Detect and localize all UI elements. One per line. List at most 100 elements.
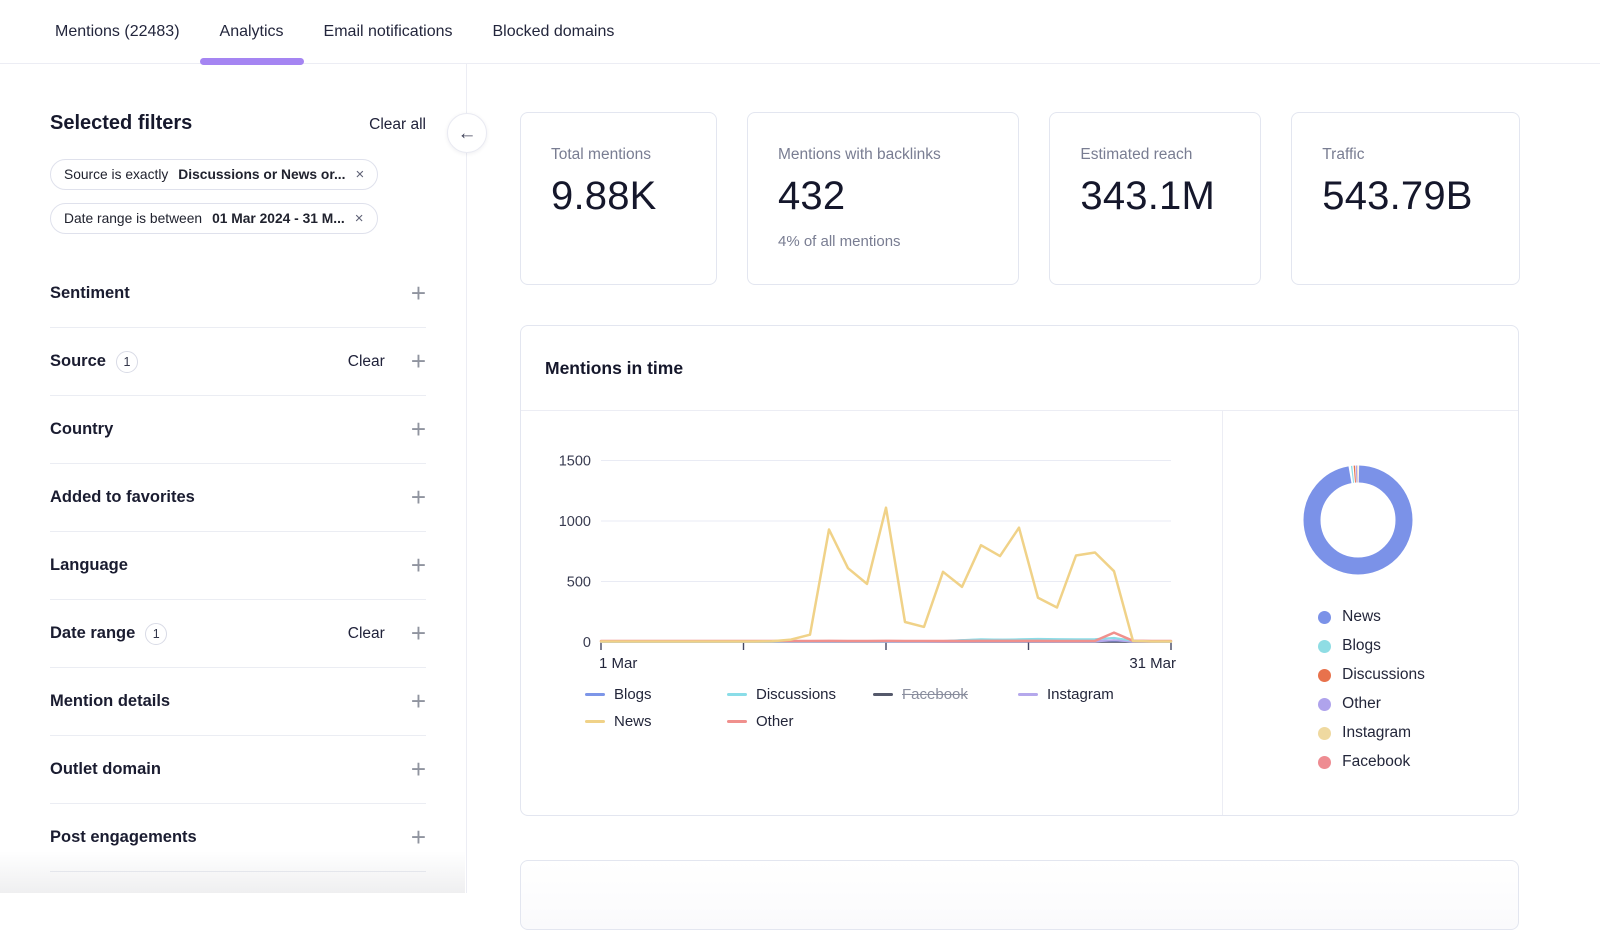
donut-legend-item-blogs[interactable]: Blogs — [1318, 637, 1425, 655]
collapse-sidebar-button[interactable]: ← — [447, 113, 487, 153]
filter-section-label: Added to favorites — [50, 488, 195, 507]
legend-line-swatch — [873, 693, 893, 696]
stat-value: 343.1M — [1080, 174, 1230, 219]
tab-email-notifications[interactable]: Email notifications — [304, 0, 473, 64]
plus-icon[interactable]: + — [411, 416, 426, 442]
legend-item-instagram[interactable]: Instagram — [1018, 686, 1222, 703]
y-axis-tick-label: 500 — [567, 575, 591, 591]
filter-section-label-wrap: Country — [50, 420, 113, 439]
stat-card-total-mentions: Total mentions9.88K — [520, 112, 717, 285]
filter-section-language[interactable]: Language+ — [50, 532, 426, 600]
y-axis-tick-label: 1500 — [559, 454, 591, 470]
legend-line-swatch — [1018, 693, 1038, 696]
legend-label: Other — [756, 713, 794, 730]
filter-section-actions: Clear + — [348, 350, 426, 374]
chart-title: Mentions in time — [545, 358, 683, 379]
filter-section-source[interactable]: Source1 Clear + — [50, 328, 426, 396]
filter-section-actions: + — [411, 282, 426, 306]
next-section-card — [520, 860, 1519, 930]
filter-section-label-wrap: Date range 1 — [50, 623, 167, 645]
filter-section-actions: + — [411, 826, 426, 850]
filter-count-badge: 1 — [116, 351, 138, 373]
filter-chip-date-range[interactable]: Date range is between 01 Mar 2024 - 31 M… — [50, 203, 378, 234]
donut-legend-item-facebook[interactable]: Facebook — [1318, 753, 1425, 771]
filter-section-sentiment[interactable]: Sentiment + — [50, 260, 426, 328]
filter-section-actions: + — [411, 758, 426, 782]
plus-icon[interactable]: + — [411, 824, 426, 850]
legend-item-news[interactable]: News — [585, 713, 727, 730]
donut-legend-item-instagram[interactable]: Instagram — [1318, 724, 1425, 742]
legend-label: Facebook — [902, 686, 968, 703]
arrow-left-icon: ← — [458, 124, 477, 143]
filter-chip-source[interactable]: Source is exactly Discussions or News or… — [50, 159, 378, 190]
filter-sections: Sentiment+Source1Clear+Country+Added to … — [50, 260, 426, 872]
stats-row: Total mentions9.88K Mentions with backlin… — [520, 112, 1520, 285]
filter-section-country[interactable]: Country + — [50, 396, 426, 464]
mentions-line-chart[interactable]: 1500100050001 Mar31 Mar — [521, 411, 1222, 676]
plus-icon[interactable]: + — [411, 552, 426, 578]
stat-value: 9.88K — [551, 174, 686, 219]
sources-donut-chart[interactable] — [1223, 411, 1521, 599]
donut-legend-label: Facebook — [1342, 753, 1410, 771]
stat-card-mentions-with-backlinks: Mentions with backlinks4324% of all ment… — [747, 112, 1019, 285]
plus-icon[interactable]: + — [411, 484, 426, 510]
donut-legend-item-discussions[interactable]: Discussions — [1318, 666, 1425, 684]
legend-item-blogs[interactable]: Blogs — [585, 686, 727, 703]
legend-dot-swatch — [1318, 669, 1331, 682]
clear-all-filters-link[interactable]: Clear all — [369, 116, 426, 134]
remove-filter-icon[interactable]: × — [355, 211, 364, 226]
selected-filters-title: Selected filters — [50, 112, 192, 135]
series-line-news[interactable] — [601, 508, 1171, 642]
filter-section-label: Sentiment — [50, 284, 130, 303]
tab-blocked-domains[interactable]: Blocked domains — [473, 0, 635, 64]
filter-chip-value: 01 Mar 2024 - 31 M... — [212, 211, 345, 226]
plus-icon[interactable]: + — [411, 620, 426, 646]
filter-chip-text: Date range is between — [64, 211, 202, 226]
series-line-other[interactable] — [601, 633, 1171, 641]
filter-section-label: Country — [50, 420, 113, 439]
legend-dot-swatch — [1318, 756, 1331, 769]
plus-icon[interactable]: + — [411, 756, 426, 782]
analytics-main: Total mentions9.88K Mentions with backlin… — [468, 64, 1600, 893]
filter-section-added-to-favorites[interactable]: Added to favorites + — [50, 464, 426, 532]
y-axis-tick-label: 0 — [583, 635, 591, 651]
tab-mentions[interactable]: Mentions (22483) — [35, 0, 200, 64]
stat-value: 432 — [778, 174, 988, 219]
legend-item-discussions[interactable]: Discussions — [727, 686, 873, 703]
legend-line-swatch — [585, 720, 605, 723]
page-content: Selected filters Clear all Source is exa… — [0, 64, 1600, 893]
filter-section-label: Outlet domain — [50, 760, 161, 779]
legend-dot-swatch — [1318, 698, 1331, 711]
remove-filter-icon[interactable]: × — [355, 167, 364, 182]
clear-filter-link[interactable]: Clear — [348, 625, 385, 643]
filter-count-badge: 1 — [145, 623, 167, 645]
filter-section-label-wrap: Sentiment — [50, 284, 130, 303]
filter-section-actions: + — [411, 554, 426, 578]
filter-section-mention-details[interactable]: Mention details + — [50, 668, 426, 736]
filter-section-outlet-domain[interactable]: Outlet domain + — [50, 736, 426, 804]
filter-section-label-wrap: Mention details — [50, 692, 170, 711]
donut-legend: News Blogs Discussions Other Instagram Facebo… — [1318, 608, 1425, 771]
tab-analytics[interactable]: Analytics — [200, 0, 304, 64]
plus-icon[interactable]: + — [411, 280, 426, 306]
filter-chip-text: Source is exactly — [64, 167, 168, 182]
legend-item-other[interactable]: Other — [727, 713, 873, 730]
clear-filter-link[interactable]: Clear — [348, 353, 385, 371]
filter-section-label-wrap: Post engagements — [50, 828, 197, 847]
donut-segment-news[interactable] — [1312, 474, 1404, 566]
stat-label: Mentions with backlinks — [778, 146, 988, 164]
plus-icon[interactable]: + — [411, 348, 426, 374]
filter-section-label-wrap: Outlet domain — [50, 760, 161, 779]
filter-section-post-engagements[interactable]: Post engagements + — [50, 804, 426, 872]
donut-legend-item-news[interactable]: News — [1318, 608, 1425, 626]
filter-section-date-range[interactable]: Date range 1 Clear + — [50, 600, 426, 668]
donut-legend-label: Instagram — [1342, 724, 1411, 742]
stat-value: 543.79B — [1322, 174, 1489, 219]
plus-icon[interactable]: + — [411, 688, 426, 714]
filter-section-label-wrap: Source1 — [50, 351, 138, 373]
donut-legend-item-other[interactable]: Other — [1318, 695, 1425, 713]
filter-section-label: Date range — [50, 624, 135, 643]
stat-label: Estimated reach — [1080, 146, 1230, 164]
legend-item-facebook[interactable]: Facebook — [873, 686, 1018, 703]
tab-bar: Mentions (22483)AnalyticsEmail notificat… — [0, 0, 1600, 64]
